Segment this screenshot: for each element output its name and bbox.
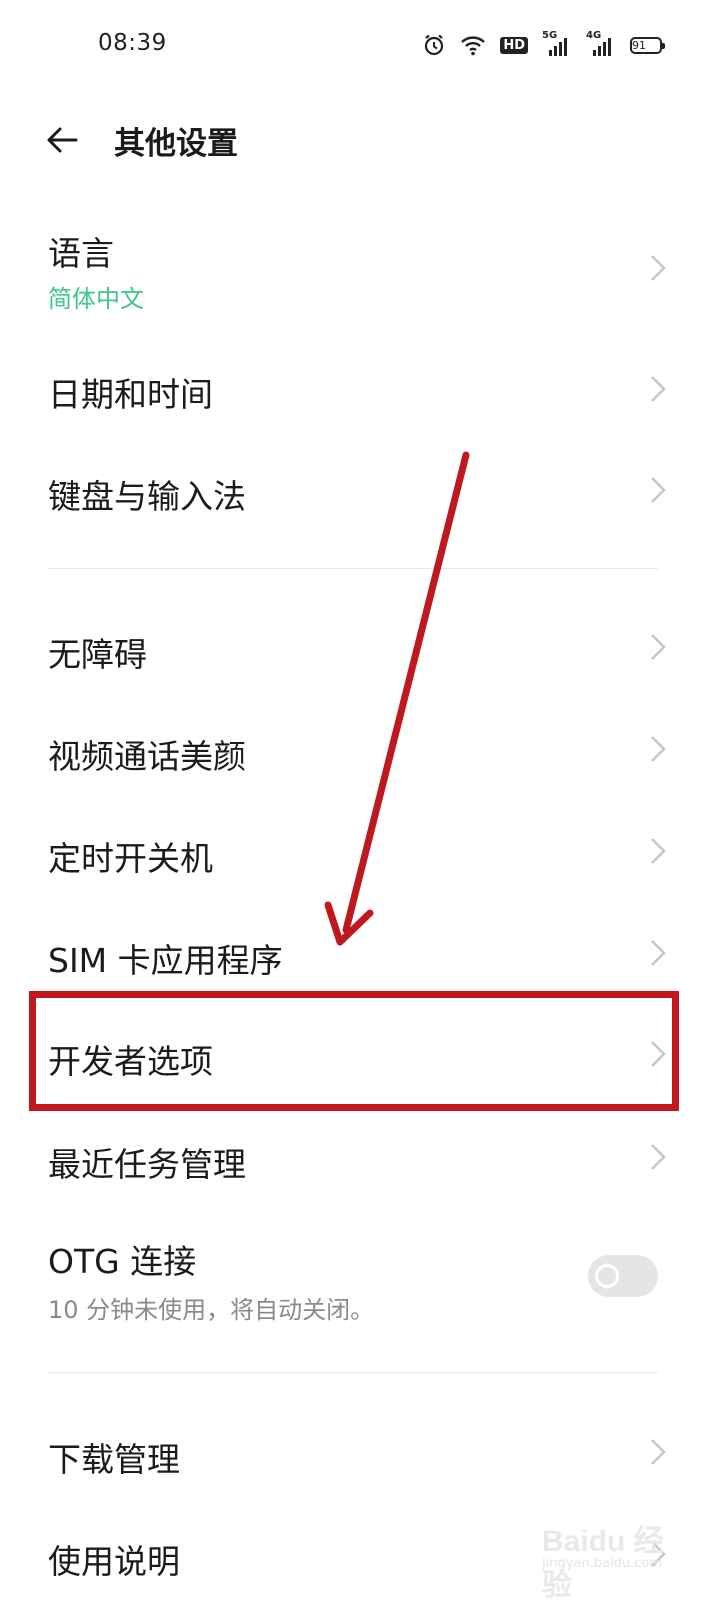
battery-icon: 91 (630, 36, 665, 54)
baidu-watermark: Baidu 经验 jingyan.baidu.com (542, 1492, 682, 1602)
settings-item-accessibility[interactable]: 无障碍 (0, 598, 720, 698)
item-label: 日期和时间 (48, 375, 213, 414)
item-label: 使用说明 (48, 1542, 180, 1581)
item-sub-text: 10 分钟未使用，将自动关闭。 (48, 1296, 375, 1324)
chevron-right-icon (651, 736, 666, 762)
item-label: 最近任务管理 (48, 1145, 246, 1184)
annotation-highlight-box (29, 991, 679, 1111)
settings-item-downloads[interactable]: 下载管理 (0, 1403, 720, 1503)
item-label: 视频通话美颜 (48, 737, 246, 776)
section-divider (48, 1372, 658, 1373)
battery-level: 91 (632, 38, 646, 52)
watermark-url: jingyan.baidu.com (542, 1556, 662, 1571)
settings-item-scheduled-power[interactable]: 定时开关机 (0, 802, 720, 902)
item-label: 下载管理 (48, 1440, 180, 1479)
settings-item-sim-apps[interactable]: SIM 卡应用程序 (0, 904, 720, 1000)
item-label: OTG 连接 (48, 1242, 197, 1281)
settings-item-keyboard[interactable]: 键盘与输入法 (0, 440, 720, 545)
wifi-icon (460, 34, 486, 56)
chevron-right-icon (651, 838, 666, 864)
item-label: SIM 卡应用程序 (48, 941, 283, 980)
signal-5g-icon: 5G (542, 30, 572, 56)
alarm-icon (422, 33, 446, 57)
page-title: 其他设置 (114, 126, 238, 162)
settings-item-recent-tasks[interactable]: 最近任务管理 (0, 1108, 720, 1208)
settings-item-video-call-beauty[interactable]: 视频通话美颜 (0, 700, 720, 800)
item-label: 键盘与输入法 (48, 477, 246, 516)
otg-toggle[interactable] (588, 1255, 658, 1297)
chevron-right-icon (651, 477, 666, 503)
settings-item-date-time[interactable]: 日期和时间 (0, 340, 720, 440)
settings-item-language[interactable]: 语言 简体中文 (0, 215, 720, 325)
section-divider (48, 568, 658, 569)
status-time: 08:39 (98, 30, 167, 56)
settings-item-otg: OTG 连接 10 分钟未使用，将自动关闭。 (0, 1215, 720, 1340)
chevron-right-icon (651, 1144, 666, 1170)
status-bar: 08:39 HD 5G 4G 91 (0, 0, 720, 90)
status-icons: HD 5G 4G 91 (422, 30, 665, 60)
chevron-right-icon (651, 940, 666, 966)
item-label: 语言 (48, 234, 114, 273)
back-button[interactable] (42, 120, 82, 160)
chevron-right-icon (651, 255, 666, 281)
chevron-right-icon (651, 376, 666, 402)
toggle-knob (595, 1264, 619, 1288)
hd-voice-icon: HD (500, 36, 528, 54)
item-label: 定时开关机 (48, 839, 213, 878)
chevron-right-icon (651, 1439, 666, 1465)
app-header: 其他设置 (0, 100, 720, 180)
item-sub-value: 简体中文 (48, 285, 144, 313)
back-arrow-icon (47, 127, 78, 153)
item-label: 无障碍 (48, 635, 147, 674)
chevron-right-icon (651, 634, 666, 660)
signal-4g-icon: 4G (586, 30, 616, 56)
